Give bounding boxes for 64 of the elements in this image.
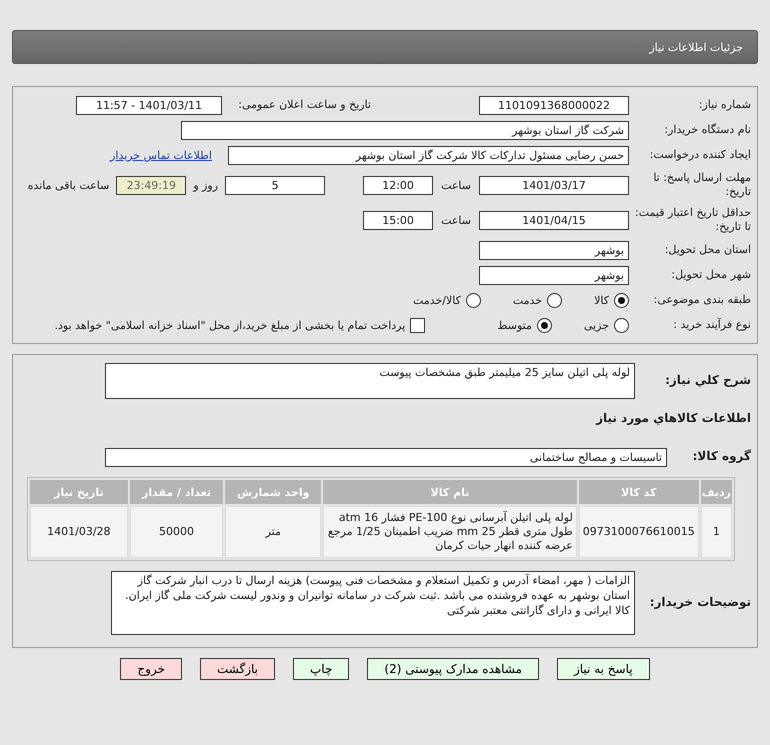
checkbox[interactable] — [410, 318, 426, 332]
field-label: حداقل تاریخ اعتبار قیمت: تا تاریخ: — [634, 206, 751, 234]
field-label: طبقه بندی موضوعی: — [652, 292, 751, 308]
validity-date-field: 1401/04/15 — [479, 210, 629, 230]
buyer-notes-field: الزامات ( مهر، امضاء آدرس و تکمیل استعلام و مشخصات فنی پیوست) هزینه ارسال تا درب انبار شرکت گاز استان بوشهر به عهده فروشنده می باشد .ثبت شرکت در سامانه توانیران و وندور لیست شرکت ملی گاز ایران. کالا ایرانی و دارای گارانتی معتبر شرکتی — [111, 571, 635, 635]
field-label: نوع فرآیند خرید : — [672, 318, 751, 332]
field-label: شرح کلي نياز: — [664, 373, 751, 389]
checkbox-label: پرداخت تمام یا بخشی از مبلغ خرید،از محل "اسناد خزانه اسلامی" خواهد بود. — [54, 318, 406, 332]
table-cell: 50000 — [130, 506, 224, 558]
buyer-org-field: شرکت گاز استان بوشهر — [181, 120, 629, 140]
column-header: تعداد / مقدار — [130, 480, 224, 504]
action-button[interactable]: چاپ — [293, 658, 350, 680]
buyer-contact-link[interactable]: اطلاعات تماس خریدار — [110, 148, 212, 162]
radio-label: متوسط — [497, 318, 532, 332]
column-header: واحد شمارش — [225, 480, 322, 504]
page-title-bar: جزئیات اطلاعات نیاز — [12, 30, 758, 64]
days-label: روز و — [193, 178, 218, 192]
radio-label: جزیی — [584, 318, 609, 332]
radio-button[interactable] — [536, 318, 552, 332]
field-label: تاریخ و ساعت اعلان عمومی: — [237, 98, 371, 112]
field-label: مهلت ارسال پاسخ: تا تاریخ: — [652, 170, 751, 200]
action-button[interactable]: مشاهده مدارک پیوستی (2) — [367, 658, 539, 680]
field-label: استان محل تحویل: — [664, 242, 751, 258]
action-button[interactable]: بازگشت — [200, 658, 275, 680]
goods-group-field: تاسیسات و مصالح ساختمانی — [105, 448, 667, 466]
field-label: گروه کالا: — [692, 449, 751, 465]
requester-field: حسن رضایی مسئول تدارکات کالا شرکت گاز استان بوشهر — [228, 146, 629, 164]
validity-time-field: 15:00 — [363, 210, 434, 230]
column-header: ردیف — [700, 480, 732, 504]
deadline-date-field: 1401/03/17 — [479, 176, 629, 194]
table-cell: لوله پلی اتیلن آبرسانی نوع PE-100 فشار 16 atm طول متری قطر 25 mm ضریب اطمینان 1/25 مرجع عرضه کننده انهار حیات کرمان — [323, 506, 577, 558]
announce-date-field: 1401/03/11 - 11:57 — [76, 96, 222, 114]
action-button[interactable]: پاسخ به نیاز — [556, 658, 650, 680]
action-button[interactable]: خروج — [120, 658, 182, 680]
field-label: نام دستگاه خریدار: — [663, 122, 751, 138]
column-header: تاریخ نیاز — [30, 480, 128, 504]
field-label: شهر محل تحویل: — [670, 268, 751, 282]
time-label: ساعت — [441, 178, 471, 192]
deadline-time-field: 12:00 — [363, 176, 434, 194]
table-cell: 1401/03/28 — [30, 506, 128, 558]
days-field: 5 — [225, 176, 326, 194]
field-label: اطلاعات کالاهاي مورد نياز — [594, 411, 751, 427]
column-header: نام کالا — [323, 480, 577, 504]
radio-label: کالا — [594, 294, 609, 306]
field-label: شماره نیاز: — [698, 98, 751, 112]
table-cell: 1 — [700, 506, 732, 558]
remaining-time-field: 23:49:19 — [116, 176, 186, 194]
table-cell: 0973100076610015 — [578, 506, 699, 558]
radio-label: خدمت — [512, 294, 542, 306]
radio-button[interactable] — [614, 292, 629, 308]
field-label: ایجاد کننده درخواست: — [648, 148, 751, 162]
province-field: بوشهر — [479, 240, 629, 260]
city-field: بوشهر — [479, 266, 629, 284]
radio-button[interactable] — [466, 292, 481, 308]
table-cell: متر — [225, 506, 322, 558]
radio-label: کالا/خدمت — [413, 294, 461, 306]
field-label: توضیحات خریدار: — [648, 595, 751, 611]
time-label: ساعت — [441, 214, 471, 226]
column-header: کد کالا — [578, 480, 699, 504]
remaining-label: ساعت باقی مانده — [28, 178, 110, 192]
radio-button[interactable] — [547, 292, 562, 308]
need-number-field: 1101091368000022 — [479, 96, 629, 114]
radio-button[interactable] — [614, 318, 629, 332]
description-field: لوله پلی اتیلن سایز 25 میلیمتر طبق مشخصات پیوست — [105, 363, 635, 399]
